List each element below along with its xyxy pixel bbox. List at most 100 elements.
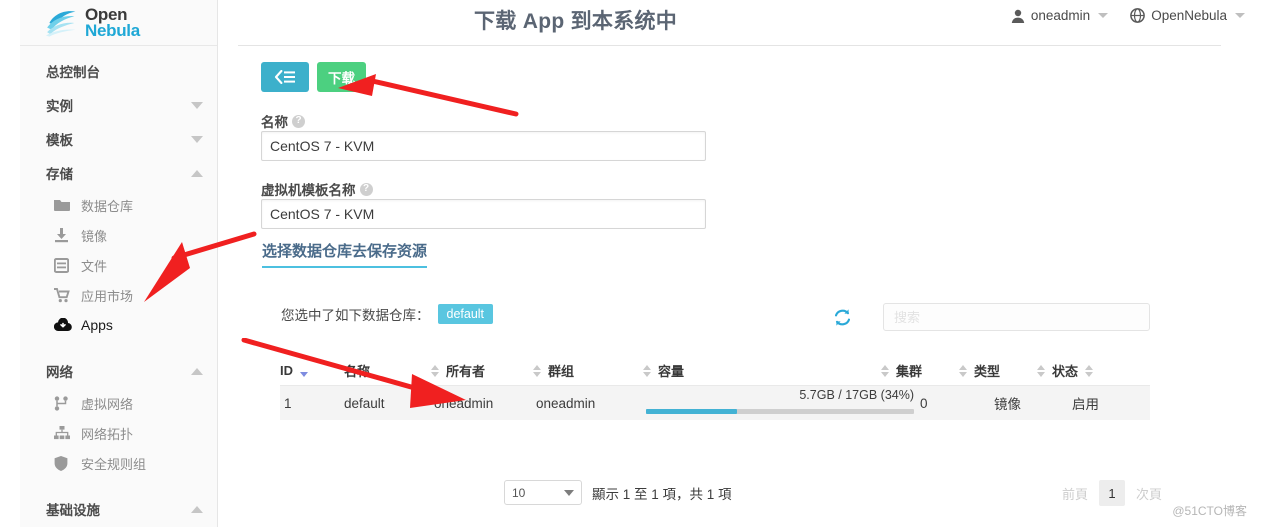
column-label-cluster: 集群 [896,364,923,379]
pagination-next-button[interactable]: 次頁 [1129,480,1169,506]
pagination-right: 前頁 1 次頁 [1055,480,1169,506]
cell-name: default [344,395,385,411]
sidebar-item-files[interactable]: 文件 [20,250,217,280]
sidebar-item-dashboard[interactable]: 总控制台 [20,54,217,88]
chevron-down-icon [564,489,574,496]
opennebula-logo-icon [46,10,76,37]
sidebar-section-instances[interactable]: 实例 [20,88,217,122]
zone-menu-button[interactable]: OpenNebula [1130,8,1245,23]
user-menu-button[interactable]: oneadmin [1011,8,1109,23]
sidebar-section-templates[interactable]: 模板 [20,122,217,156]
column-label-owner: 所有者 [446,364,486,379]
sidebar-item-security-groups[interactable]: 安全规则组 [20,448,217,478]
column-header-group[interactable]: 群组 [526,361,636,380]
zone-name: OpenNebula [1151,8,1227,23]
capacity-bar-fill [646,409,738,414]
opennebula-sunstone-page: Open Nebula 总控制台 实例 模板 存储 数据仓库 镜像 文件 应用市… [0,0,1261,527]
back-list-icon [274,70,295,84]
help-icon[interactable]: ? [292,114,305,128]
sort-desc-icon [881,371,889,377]
column-label-id: ID [280,363,293,378]
per-page-select[interactable]: 10 [504,480,582,505]
sort-asc-icon [533,364,541,370]
cart-icon [54,287,76,303]
sidebar-label-datastores: 数据仓库 [81,198,134,214]
sort-toggle-owner[interactable] [533,364,541,377]
sidebar-item-datastores[interactable]: 数据仓库 [20,190,217,220]
column-header-name[interactable]: 名称 [344,361,424,380]
sidebar-item-marketplace[interactable]: 应用市场 [20,280,217,310]
sort-desc-icon [533,371,541,377]
cloud-download-icon [54,318,76,332]
refresh-button[interactable] [830,305,854,329]
column-header-capacity[interactable]: 容量 [636,361,874,380]
sidebar-section-infrastructure[interactable]: 基础设施 [20,492,217,526]
search-input[interactable] [883,303,1150,331]
sort-toggle-state[interactable] [1085,364,1094,377]
sort-asc-icon [959,364,967,370]
sort-asc-icon [431,364,439,370]
page-header: 下载 App 到本系统中 oneadmin OpenNebula [219,0,1261,46]
sort-desc-icon [1037,371,1045,377]
table-header-row: ID 名称 所有者 群组 容量 集群 类型 状态 [280,356,1150,386]
section-heading-select-datastore: 选择数据仓库去保存资源 [262,240,428,268]
sidebar-label-instances: 实例 [46,99,73,114]
sort-toggle-type[interactable] [1037,364,1045,377]
column-header-state[interactable]: 状态 [1030,361,1120,380]
table-row[interactable]: 1 default oneadmin oneadmin 5.7GB / 17GB… [280,386,1150,420]
per-page-value: 10 [512,485,526,500]
name-input[interactable] [261,131,706,161]
sidebar-item-apps[interactable]: Apps [20,310,217,340]
sidebar-label-templates: 模板 [46,133,73,148]
sidebar-label-images: 镜像 [81,228,108,244]
header-user-menu: oneadmin OpenNebula [1011,8,1245,23]
logo[interactable]: Open Nebula [20,0,217,46]
pagination-page-1[interactable]: 1 [1098,480,1125,506]
sidebar-item-images[interactable]: 镜像 [20,220,217,250]
sidebar-label-dashboard: 总控制台 [46,65,100,80]
sidebar-item-virtual-networks[interactable]: 虚拟网络 [20,388,217,418]
sort-asc-icon [1085,364,1094,370]
chevron-up-icon [191,505,203,513]
chevron-down-icon [1235,13,1245,18]
help-icon[interactable]: ? [359,182,373,196]
user-name: oneadmin [1030,8,1091,23]
download-button[interactable]: 下载 [317,62,366,92]
back-button[interactable] [261,62,309,92]
column-label-state: 状态 [1052,364,1079,379]
column-header-id[interactable]: ID [280,363,344,378]
sidebar-label-apps: Apps [81,317,113,333]
topology-icon [54,426,76,440]
template-field-label: 虚拟机模板名称 ? [261,179,373,199]
template-name-input[interactable] [261,199,706,229]
sort-toggle-group[interactable] [643,364,651,377]
chevron-up-icon [191,169,203,177]
pagination-prev-button[interactable]: 前頁 [1055,480,1095,506]
sidebar-label-security-groups: 安全规则组 [81,456,147,472]
logo-nebula-text: Nebula [85,20,140,40]
sidebar-section-network[interactable]: 网络 [20,354,217,388]
chevron-down-icon [191,101,203,109]
capacity-bar-track [646,409,914,414]
cell-group: oneadmin [536,395,596,411]
column-header-cluster[interactable]: 集群 [874,361,952,380]
cell-capacity: 5.7GB / 17GB (34%) [646,386,914,420]
sidebar-item-network-topology[interactable]: 网络拓扑 [20,418,217,448]
sidebar-section-storage[interactable]: 存储 [20,156,217,190]
sidebar-nav: 总控制台 实例 模板 存储 数据仓库 镜像 文件 应用市场 Apps 网络 虚拟… [20,46,217,527]
column-header-owner[interactable]: 所有者 [424,361,526,380]
cell-owner: oneadmin [434,395,494,411]
chevron-up-icon [191,367,203,375]
sort-asc-icon [643,364,651,370]
sort-toggle-cluster[interactable] [959,364,967,377]
selected-datastore-chip[interactable]: default [437,304,494,324]
sort-toggle-capacity[interactable] [881,364,889,377]
column-label-group: 群组 [548,364,575,379]
main-content: 下载 名称 ? 虚拟机模板名称 ? 选择数据仓库去保存资源 您选中了如下数据仓库… [219,46,1261,527]
sidebar-label-files: 文件 [81,258,108,274]
sort-toggle-name[interactable] [431,364,439,377]
globe-icon [1130,8,1146,23]
column-label-name: 名称 [344,364,371,379]
column-header-type[interactable]: 类型 [952,361,1030,380]
sort-toggle-id[interactable] [300,365,308,377]
